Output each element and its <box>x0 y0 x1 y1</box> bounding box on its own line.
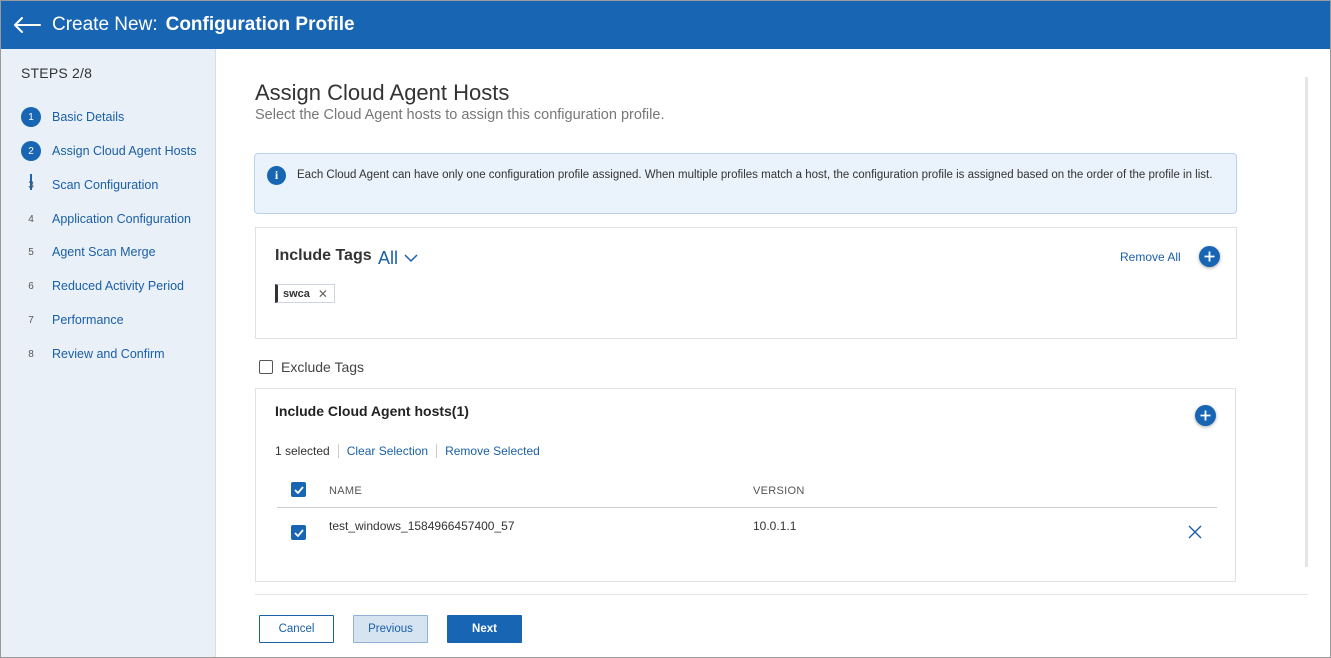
clear-selection-link[interactable]: Clear Selection <box>347 444 428 458</box>
step-label: Reduced Activity Period <box>52 279 185 293</box>
scrollbar[interactable] <box>1305 77 1308 567</box>
step-performance[interactable]: 7 Performance <box>21 308 124 332</box>
step-scan-configuration[interactable]: 3 Scan Configuration <box>21 173 158 197</box>
step-label: Basic Details <box>52 110 125 124</box>
info-icon: i <box>267 166 286 185</box>
step-label: Scan Configuration <box>52 178 159 192</box>
next-button[interactable]: Next <box>447 615 522 643</box>
row-checkbox[interactable] <box>291 525 306 540</box>
main-content: Assign Cloud Agent Hosts Select the Clou… <box>217 49 1330 657</box>
step-label: Agent Scan Merge <box>52 245 156 259</box>
remove-row-icon[interactable] <box>1187 524 1203 540</box>
add-tag-button[interactable] <box>1199 246 1220 267</box>
plus-icon <box>1200 410 1211 421</box>
step-number: 1 <box>21 107 41 127</box>
page-header: Create New: Configuration Profile <box>1 1 1330 49</box>
remove-selected-link[interactable]: Remove Selected <box>445 444 540 458</box>
divider <box>436 444 438 458</box>
exclude-tags-checkbox[interactable]: Exclude Tags <box>259 359 364 375</box>
cancel-button[interactable]: Cancel <box>259 615 334 643</box>
page-subtitle: Select the Cloud Agent hosts to assign t… <box>255 107 665 123</box>
step-review-and-confirm[interactable]: 8 Review and Confirm <box>21 342 165 366</box>
include-tags-title: Include Tags <box>275 247 372 264</box>
tag-chip: swca ✕ <box>275 284 335 303</box>
host-name-cell: test_windows_1584966457400_57 <box>329 519 515 533</box>
step-label: Assign Cloud Agent Hosts <box>52 144 197 158</box>
step-number: 6 <box>28 280 34 292</box>
app-window: Create New: Configuration Profile STEPS … <box>0 0 1331 658</box>
step-label: Performance <box>52 313 124 327</box>
checkmark-icon <box>293 485 304 494</box>
include-hosts-title: Include Cloud Agent hosts(1) <box>275 403 469 419</box>
column-header-version[interactable]: VERSION <box>753 485 805 497</box>
exclude-tags-label: Exclude Tags <box>281 359 365 375</box>
checkmark-icon <box>293 528 304 537</box>
divider <box>337 444 339 458</box>
step-number: 7 <box>28 314 34 326</box>
step-number: 3 <box>28 179 34 191</box>
header-title: Configuration Profile <box>165 14 355 35</box>
steps-progress-label: STEPS 2/8 <box>21 65 93 81</box>
step-agent-scan-merge[interactable]: 5 Agent Scan Merge <box>21 240 156 264</box>
remove-tag-icon[interactable]: ✕ <box>318 287 328 301</box>
step-number: 5 <box>28 246 34 258</box>
select-all-checkbox[interactable] <box>291 482 306 497</box>
remove-all-tags-link[interactable]: Remove All <box>1120 250 1181 264</box>
step-label: Review and Confirm <box>52 347 165 361</box>
table-row[interactable]: test_windows_1584966457400_57 10.0.1.1 <box>277 508 1217 556</box>
step-basic-details[interactable]: 1 Basic Details <box>21 105 124 129</box>
column-header-name[interactable]: NAME <box>329 485 362 497</box>
tag-match-value: All <box>378 248 399 268</box>
info-banner: i Each Cloud Agent can have only one con… <box>254 153 1237 214</box>
step-application-configuration[interactable]: 4 Application Configuration <box>21 207 191 231</box>
footer-divider <box>255 594 1308 595</box>
tag-match-dropdown[interactable]: All <box>378 248 418 269</box>
step-label: Application Configuration <box>52 212 191 226</box>
back-arrow-icon[interactable] <box>13 15 43 35</box>
step-number: 8 <box>28 348 34 360</box>
checkbox-unchecked-icon[interactable] <box>259 360 273 374</box>
tag-chip-label: swca <box>283 287 310 300</box>
header-title-prefix: Create New: <box>52 14 158 35</box>
page-title: Assign Cloud Agent Hosts <box>255 80 510 105</box>
step-number: 2 <box>21 141 41 161</box>
previous-button[interactable]: Previous <box>353 615 428 643</box>
selected-count: 1 selected <box>275 444 330 458</box>
plus-icon <box>1204 251 1215 262</box>
table-header: NAME VERSION <box>277 474 1217 508</box>
chevron-down-icon <box>404 254 418 263</box>
steps-sidebar: STEPS 2/8 1 Basic Details 2 Assign Cloud… <box>1 49 216 657</box>
step-number: 4 <box>28 213 34 225</box>
info-text: Each Cloud Agent can have only one confi… <box>297 169 1213 181</box>
host-version-cell: 10.0.1.1 <box>753 519 797 533</box>
include-tags-card: Include Tags All Remove All swca ✕ <box>255 227 1237 339</box>
step-reduced-activity-period[interactable]: 6 Reduced Activity Period <box>21 274 184 298</box>
selection-toolbar: 1 selected Clear Selection Remove Select… <box>275 444 540 458</box>
add-host-button[interactable] <box>1195 405 1216 426</box>
include-hosts-card: Include Cloud Agent hosts(1) 1 selected … <box>255 388 1236 582</box>
step-assign-cloud-agent-hosts[interactable]: 2 Assign Cloud Agent Hosts <box>21 139 197 163</box>
